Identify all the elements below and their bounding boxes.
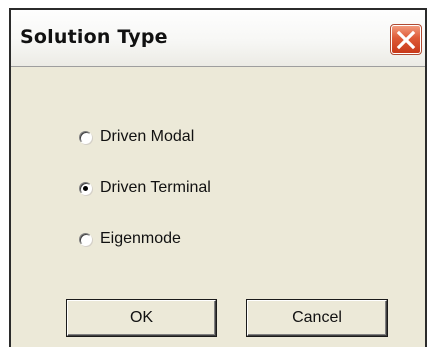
- radio-driven-modal[interactable]: [79, 130, 92, 144]
- radio-eigenmode[interactable]: [79, 232, 92, 246]
- close-button[interactable]: [390, 24, 422, 55]
- radio-driven-terminal[interactable]: [79, 181, 92, 195]
- option-label: Driven Modal: [100, 128, 195, 145]
- ok-button[interactable]: OK: [67, 300, 216, 336]
- option-driven-modal[interactable]: Driven Modal: [79, 126, 194, 148]
- dialog-body: Driven Modal Driven Terminal Eigenmode O…: [11, 67, 425, 347]
- cancel-button[interactable]: Cancel: [247, 300, 387, 336]
- close-icon: [396, 30, 416, 50]
- title-bar[interactable]: Solution Type: [11, 10, 425, 67]
- dialog-title: Solution Type: [20, 26, 168, 48]
- option-driven-terminal[interactable]: Driven Terminal: [79, 177, 211, 199]
- option-eigenmode[interactable]: Eigenmode: [79, 228, 181, 250]
- option-label: Driven Terminal: [100, 179, 211, 196]
- solution-type-dialog: Solution Type Driven Modal Driven Termin…: [9, 8, 427, 347]
- option-label: Eigenmode: [100, 230, 181, 247]
